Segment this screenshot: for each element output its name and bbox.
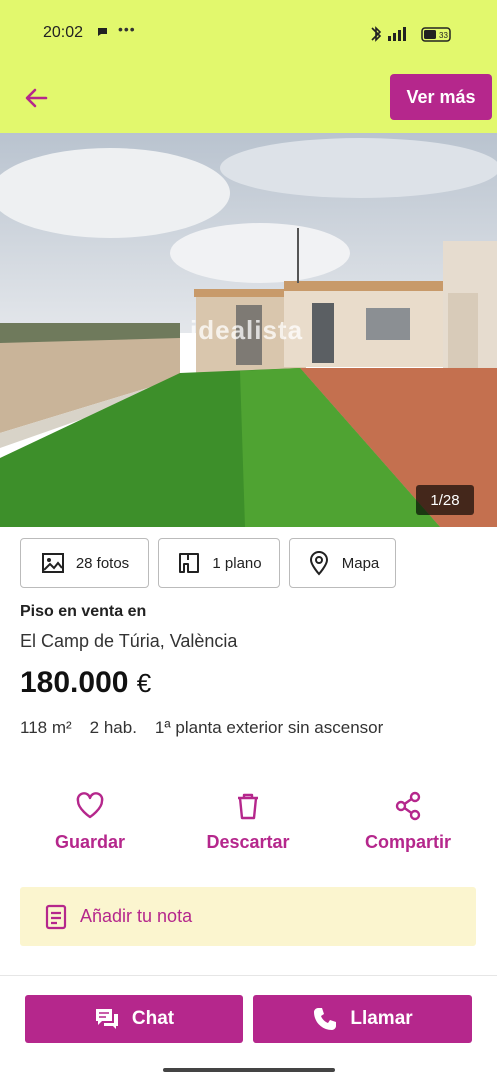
- photo-icon: [41, 553, 64, 573]
- divider: [0, 975, 497, 976]
- fotos-label: 28 fotos: [75, 554, 130, 572]
- guardar-label: Guardar: [54, 832, 126, 852]
- status-time: 20:02: [43, 24, 84, 41]
- status-icons: 33: [371, 26, 451, 42]
- compartir-button[interactable]: Compartir: [357, 790, 459, 853]
- phone-icon: [314, 1008, 337, 1030]
- watermark: idealista: [190, 315, 304, 345]
- plano-label: 1 plano: [212, 554, 262, 572]
- chat-notification-icon: [98, 28, 107, 36]
- mapa-button[interactable]: Mapa: [289, 538, 396, 588]
- battery-level: 33: [439, 31, 448, 40]
- plano-button[interactable]: 1 plano: [158, 538, 280, 588]
- share-icon: [395, 791, 421, 821]
- chat-icon: [95, 1009, 118, 1029]
- llamar-button[interactable]: Llamar: [253, 995, 472, 1043]
- floorplan-icon: [179, 553, 200, 573]
- chat-label: Chat: [131, 1008, 175, 1029]
- photo-counter: 1/28: [416, 485, 474, 515]
- chat-button[interactable]: Chat: [25, 995, 243, 1043]
- listing-features: 118 m² 2 hab. 1ª planta exterior sin ascen…: [20, 712, 400, 743]
- fotos-button[interactable]: 28 fotos: [20, 538, 149, 588]
- arrow-left-icon[interactable]: [20, 82, 52, 114]
- status-bar: 20:02 ••• 33: [0, 16, 497, 52]
- note-icon: [45, 904, 67, 929]
- listing-title: Piso en venta en: [20, 603, 147, 620]
- listing-price: 180.000 €: [20, 666, 151, 700]
- add-note-label: Añadir tu nota: [80, 906, 193, 926]
- feature-rooms: 2 hab.: [89, 718, 137, 737]
- add-note-button[interactable]: Añadir tu nota: [20, 887, 476, 946]
- feature-area: 118 m²: [20, 718, 72, 737]
- listing-photo[interactable]: idealista 1/28: [0, 133, 497, 527]
- heart-icon: [76, 792, 104, 819]
- ver-mas-button[interactable]: Ver más: [390, 74, 492, 120]
- home-indicator[interactable]: [163, 1068, 335, 1072]
- status-more-icon: •••: [118, 21, 136, 37]
- llamar-label: Llamar: [350, 1008, 413, 1029]
- price-value: 180.000: [20, 666, 129, 699]
- mapa-label: Mapa: [341, 554, 380, 572]
- trash-icon: [238, 793, 258, 820]
- guardar-button[interactable]: Guardar: [48, 790, 132, 853]
- map-pin-icon: [309, 551, 328, 576]
- price-currency: €: [136, 668, 152, 698]
- listing-location: El Camp de Túria, València: [20, 631, 238, 651]
- descartar-button[interactable]: Descartar: [198, 790, 298, 853]
- top-app-bar: 20:02 ••• 33 Ver más: [0, 0, 497, 133]
- compartir-label: Compartir: [364, 832, 451, 852]
- feature-floor: 1ª planta exterior sin ascensor: [154, 718, 384, 737]
- descartar-label: Descartar: [206, 832, 290, 852]
